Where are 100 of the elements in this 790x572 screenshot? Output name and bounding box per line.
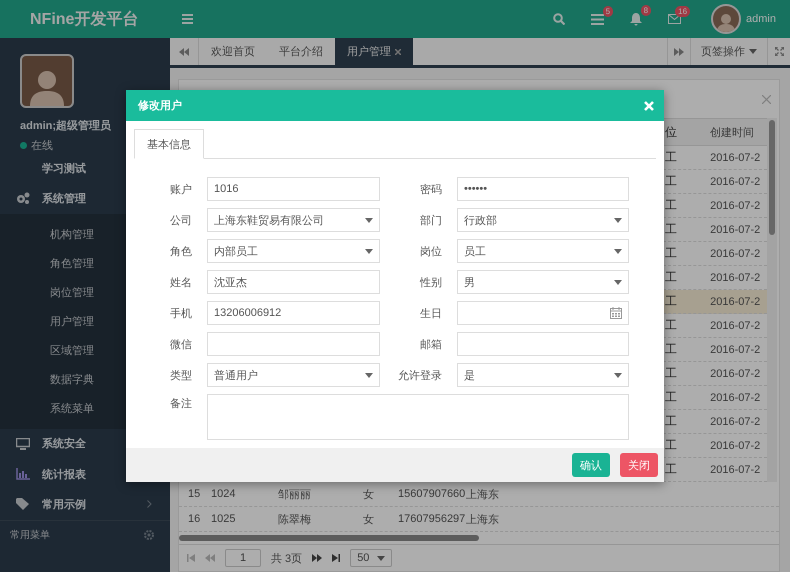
- table-cell-text: 2016-07-2: [710, 272, 762, 284]
- close-icon[interactable]: [762, 94, 771, 104]
- remarks-field[interactable]: [207, 394, 629, 440]
- last-page-icon[interactable]: [332, 554, 340, 562]
- select-field[interactable]: 上海东鞋贸易有限公司: [207, 208, 380, 232]
- table-cell-text: 上海东: [466, 512, 500, 526]
- column-header: 创建时间: [710, 126, 756, 140]
- status-label: 在线: [31, 139, 53, 153]
- table-cell-text: 2016-07-2: [710, 200, 762, 212]
- input-field[interactable]: [207, 332, 380, 356]
- table-cell-text: 上海东: [466, 488, 500, 502]
- menu-icon[interactable]: [182, 14, 193, 24]
- table-row[interactable]: 工 2016-07-2: [663, 290, 767, 314]
- vertical-scrollbar[interactable]: [767, 118, 777, 482]
- table-cell-text: 工: [664, 389, 678, 406]
- input-field[interactable]: ••••••: [457, 177, 629, 201]
- section-title: 常用菜单: [10, 528, 50, 542]
- select-field[interactable]: 男: [457, 270, 629, 294]
- select-field[interactable]: 行政部: [457, 208, 629, 232]
- table-cell-text: 工: [664, 293, 678, 310]
- table-cell-text: 工: [664, 197, 678, 214]
- caret-icon: [749, 49, 757, 54]
- input-field[interactable]: 沈亚杰: [207, 270, 380, 294]
- search-icon[interactable]: [553, 13, 566, 25]
- first-page-icon[interactable]: [187, 554, 195, 562]
- avatar: [20, 54, 74, 108]
- table-cell-text: 2016-07-2: [710, 416, 762, 428]
- input-field[interactable]: 1016: [207, 177, 380, 201]
- field-label: 部门: [419, 214, 442, 228]
- table-cell-text: 1024: [211, 488, 236, 500]
- input-field[interactable]: [457, 332, 629, 356]
- table-cell-text: 工: [664, 413, 678, 430]
- table-cell-text: 2016-07-2: [710, 176, 762, 188]
- caret-icon: [614, 248, 622, 254]
- table-cell-text: 2016-07-2: [710, 344, 762, 356]
- table-cell-text: 15: [187, 488, 202, 500]
- page-tab[interactable]: 用户管理: [335, 38, 413, 65]
- select-field[interactable]: 是: [457, 363, 629, 387]
- field-label: 角色: [169, 244, 192, 258]
- form-tab[interactable]: 基本信息: [134, 129, 204, 159]
- column-header: 位: [664, 124, 678, 140]
- table-cell-text: 2016-07-2: [710, 440, 762, 452]
- input-field[interactable]: 13206006912: [207, 301, 380, 325]
- table-cell-text: 女: [363, 488, 375, 502]
- settings-icon[interactable]: [144, 530, 154, 540]
- table-cell-text: 工: [664, 173, 678, 190]
- table-cell-text: 2016-07-2: [710, 296, 762, 308]
- page-input[interactable]: 1: [225, 549, 261, 567]
- app-logo: NFine开发平台: [29, 10, 140, 30]
- field-label: 手机: [169, 306, 192, 320]
- count-badge: 16: [675, 6, 690, 17]
- count-badge: 8: [640, 4, 652, 16]
- select-field[interactable]: 内部员工: [207, 239, 380, 263]
- page-size-select[interactable]: 50: [350, 549, 392, 567]
- page-count: 共 3页: [271, 552, 302, 566]
- sidebar-item[interactable]: 系统安全: [0, 428, 170, 459]
- caret-icon: [365, 218, 373, 222]
- caret-icon: [365, 248, 373, 254]
- gears-icon: [16, 192, 30, 204]
- table-cell-text: 2016-07-2: [710, 224, 762, 236]
- table-cell: 17607956297: [398, 513, 466, 525]
- field-label: 密码: [419, 182, 442, 196]
- table-cell-text: 2016-07-2: [710, 392, 762, 404]
- avatar[interactable]: [711, 4, 742, 34]
- expand-icon: [774, 47, 784, 56]
- page-tab[interactable]: 平台介绍: [267, 38, 335, 65]
- caret-icon: [614, 218, 622, 222]
- sidebar-item[interactable]: 系统管理: [0, 183, 170, 214]
- date-field[interactable]: [457, 301, 629, 325]
- list-icon[interactable]: [591, 14, 604, 24]
- field-label: 公司: [169, 214, 192, 228]
- bar-chart-icon: [16, 468, 30, 480]
- table-cell-text: 16: [187, 513, 202, 525]
- page-tab[interactable]: 欢迎首页: [199, 38, 267, 65]
- close-button[interactable]: 关闭: [620, 453, 658, 477]
- user-role: admin;超级管理员: [20, 118, 112, 133]
- calendar-icon: [610, 307, 622, 319]
- sidebar-item[interactable]: 常用示例: [0, 489, 170, 520]
- close-icon[interactable]: [395, 48, 401, 54]
- chevron-icon: [147, 500, 152, 508]
- table-cell: 15607907660: [398, 488, 466, 500]
- previous-page-icon[interactable]: [205, 554, 215, 562]
- table-cell-text: 1025: [211, 513, 236, 525]
- bell-icon[interactable]: [630, 12, 642, 26]
- table-cell-text: 工: [664, 461, 678, 478]
- next-page-icon[interactable]: [312, 554, 322, 562]
- table-cell-text: 2016-07-2: [710, 464, 762, 476]
- horizontal-scrollbar[interactable]: [179, 535, 479, 541]
- table-cell-text: 工: [664, 149, 678, 166]
- monitor-icon: [16, 438, 30, 450]
- caret-icon: [377, 556, 386, 560]
- select-field[interactable]: 员工: [457, 239, 629, 263]
- table-cell-text: 工: [664, 269, 678, 286]
- fast-forward-icon: [674, 48, 684, 56]
- field-label: 类型: [169, 368, 192, 382]
- envelope-icon[interactable]: [668, 14, 682, 24]
- tab-actions-dropdown[interactable]: 页签操作: [690, 38, 767, 65]
- select-field[interactable]: 普通用户: [207, 363, 380, 387]
- table-cell-text: 2016-07-2: [710, 320, 762, 332]
- sidebar-item[interactable]: 统计报表: [0, 458, 170, 490]
